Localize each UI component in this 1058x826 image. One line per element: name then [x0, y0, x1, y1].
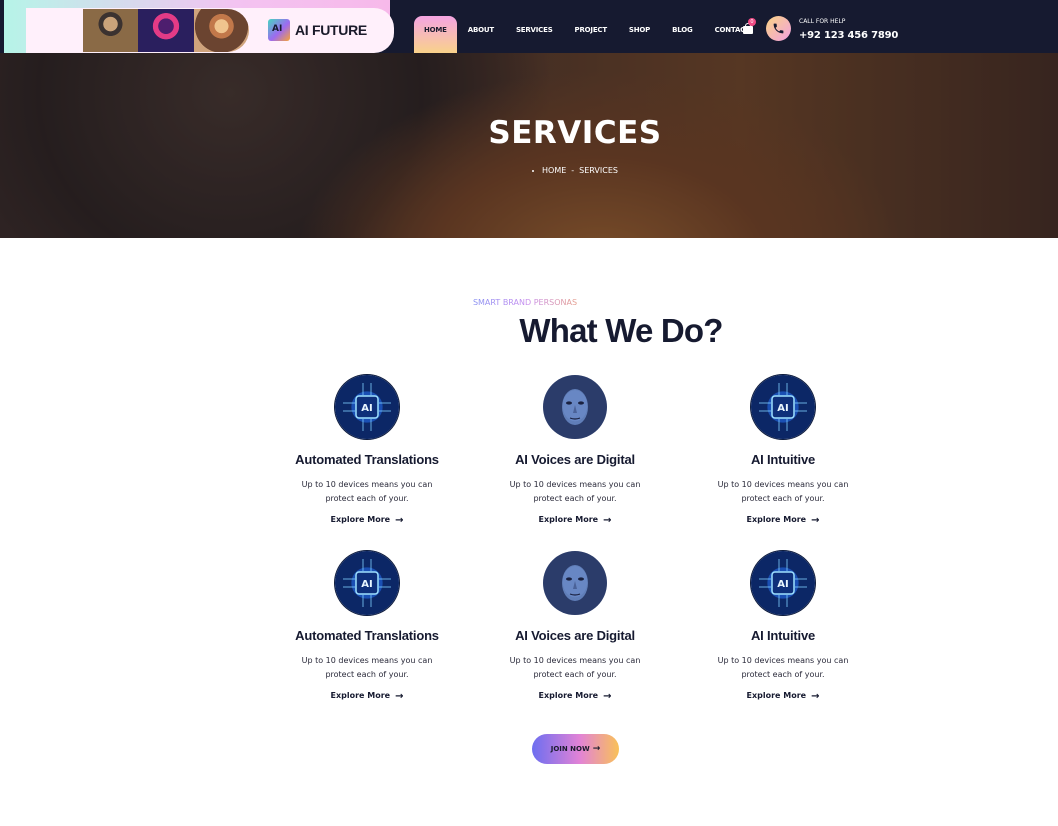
service-description: Up to 10 devices means you can protect e… [717, 480, 849, 503]
service-card: AI Automated Translations Up to 10 devic… [262, 551, 470, 704]
service-description: Up to 10 devices means you can protect e… [301, 656, 433, 679]
phone-icon[interactable] [766, 16, 791, 41]
service-description: Up to 10 devices means you can protect e… [509, 656, 641, 679]
header-image-strip [83, 9, 249, 52]
vr-headset-thumbnail [83, 9, 139, 52]
call-for-help-label: CALL FOR HELP [799, 18, 846, 25]
nav-item-blog[interactable]: BLOG [661, 16, 703, 53]
arrow-right-icon: → [811, 691, 820, 702]
cart-count-badge: 0 [748, 18, 756, 26]
top-navigation-bar: AI FUTURE HOME ABOUT SERVICES PROJECT SH… [0, 0, 1058, 53]
service-title: AI Intuitive [750, 628, 816, 643]
page-hero-banner: SERVICES HOME - SERVICES [0, 53, 1058, 238]
breadcrumb-bullet-icon [532, 169, 534, 172]
astronaut-thumbnail [193, 9, 249, 52]
service-card: AI AI Intuitive Up to 10 devices means y… [678, 375, 886, 528]
explore-more-link[interactable]: Explore More → [262, 515, 472, 526]
svg-text:AI: AI [361, 579, 372, 590]
breadcrumb-separator: - [571, 166, 575, 175]
breadcrumb: HOME - SERVICES [46, 166, 1058, 175]
neon-vr-thumbnail [138, 9, 194, 52]
help-phone-number[interactable]: +92 123 456 7890 [799, 30, 898, 41]
ai-chip-icon: AI [335, 551, 399, 615]
explore-more-label: Explore More [330, 691, 391, 700]
arrow-right-icon: → [603, 515, 612, 526]
ai-chip-icon: AI [751, 551, 815, 615]
service-title: AI Voices are Digital [515, 452, 635, 467]
service-description: Up to 10 devices means you can protect e… [301, 480, 433, 503]
svg-text:AI: AI [361, 403, 372, 414]
nav-item-shop[interactable]: SHOP [618, 16, 661, 53]
section-title: What We Do? [519, 312, 723, 349]
service-description: Up to 10 devices means you can protect e… [509, 480, 641, 503]
arrow-right-icon: → [395, 691, 404, 702]
explore-more-link[interactable]: Explore More → [470, 515, 680, 526]
explore-more-label: Explore More [538, 515, 599, 524]
digital-face-icon [543, 375, 607, 439]
brand-logo-link[interactable]: AI FUTURE [268, 19, 367, 41]
nav-item-about[interactable]: ABOUT [457, 16, 505, 53]
brand-name: AI FUTURE [295, 22, 367, 38]
arrow-right-icon: → [395, 515, 404, 526]
services-grid: AI Automated Translations Up to 10 devic… [262, 375, 888, 704]
ai-chip-icon: AI [335, 375, 399, 439]
service-card: AI Voices are Digital Up to 10 devices m… [470, 375, 678, 528]
page-title: SERVICES [488, 115, 662, 151]
service-card: AI Voices are Digital Up to 10 devices m… [470, 551, 678, 704]
ai-shield-logo-icon [268, 19, 290, 41]
explore-more-link[interactable]: Explore More → [262, 691, 472, 702]
service-card: AI Automated Translations Up to 10 devic… [262, 375, 470, 528]
breadcrumb-home-link[interactable]: HOME [542, 166, 566, 175]
ai-chip-icon: AI [751, 375, 815, 439]
join-now-label: JOIN NOW [550, 745, 590, 753]
nav-item-project[interactable]: PROJECT [564, 16, 618, 53]
arrow-right-icon: → [592, 744, 601, 754]
explore-more-label: Explore More [330, 515, 391, 524]
service-title: AI Intuitive [750, 452, 816, 467]
service-title: AI Voices are Digital [515, 628, 635, 643]
explore-more-link[interactable]: Explore More → [678, 515, 888, 526]
shopping-bag-body [743, 26, 753, 34]
nav-item-home[interactable]: HOME [414, 16, 457, 53]
digital-face-icon [543, 551, 607, 615]
explore-more-link[interactable]: Explore More → [470, 691, 680, 702]
svg-text:AI: AI [777, 579, 788, 590]
main-navigation: HOME ABOUT SERVICES PROJECT SHOP BLOG CO… [414, 16, 761, 53]
explore-more-label: Explore More [538, 691, 599, 700]
arrow-right-icon: → [603, 691, 612, 702]
arrow-right-icon: → [811, 515, 820, 526]
svg-text:AI: AI [777, 403, 788, 414]
service-card: AI AI Intuitive Up to 10 devices means y… [678, 551, 886, 704]
breadcrumb-current: SERVICES [579, 166, 618, 175]
explore-more-link[interactable]: Explore More → [678, 691, 888, 702]
service-description: Up to 10 devices means you can protect e… [717, 656, 849, 679]
explore-more-label: Explore More [746, 515, 807, 524]
service-title: Automated Translations [295, 452, 439, 467]
join-now-button[interactable]: JOIN NOW → [532, 734, 619, 764]
explore-more-label: Explore More [746, 691, 807, 700]
service-title: Automated Translations [295, 628, 439, 643]
section-eyebrow: SMART BRAND PERSONAS [442, 298, 608, 307]
nav-item-services[interactable]: SERVICES [505, 16, 564, 53]
